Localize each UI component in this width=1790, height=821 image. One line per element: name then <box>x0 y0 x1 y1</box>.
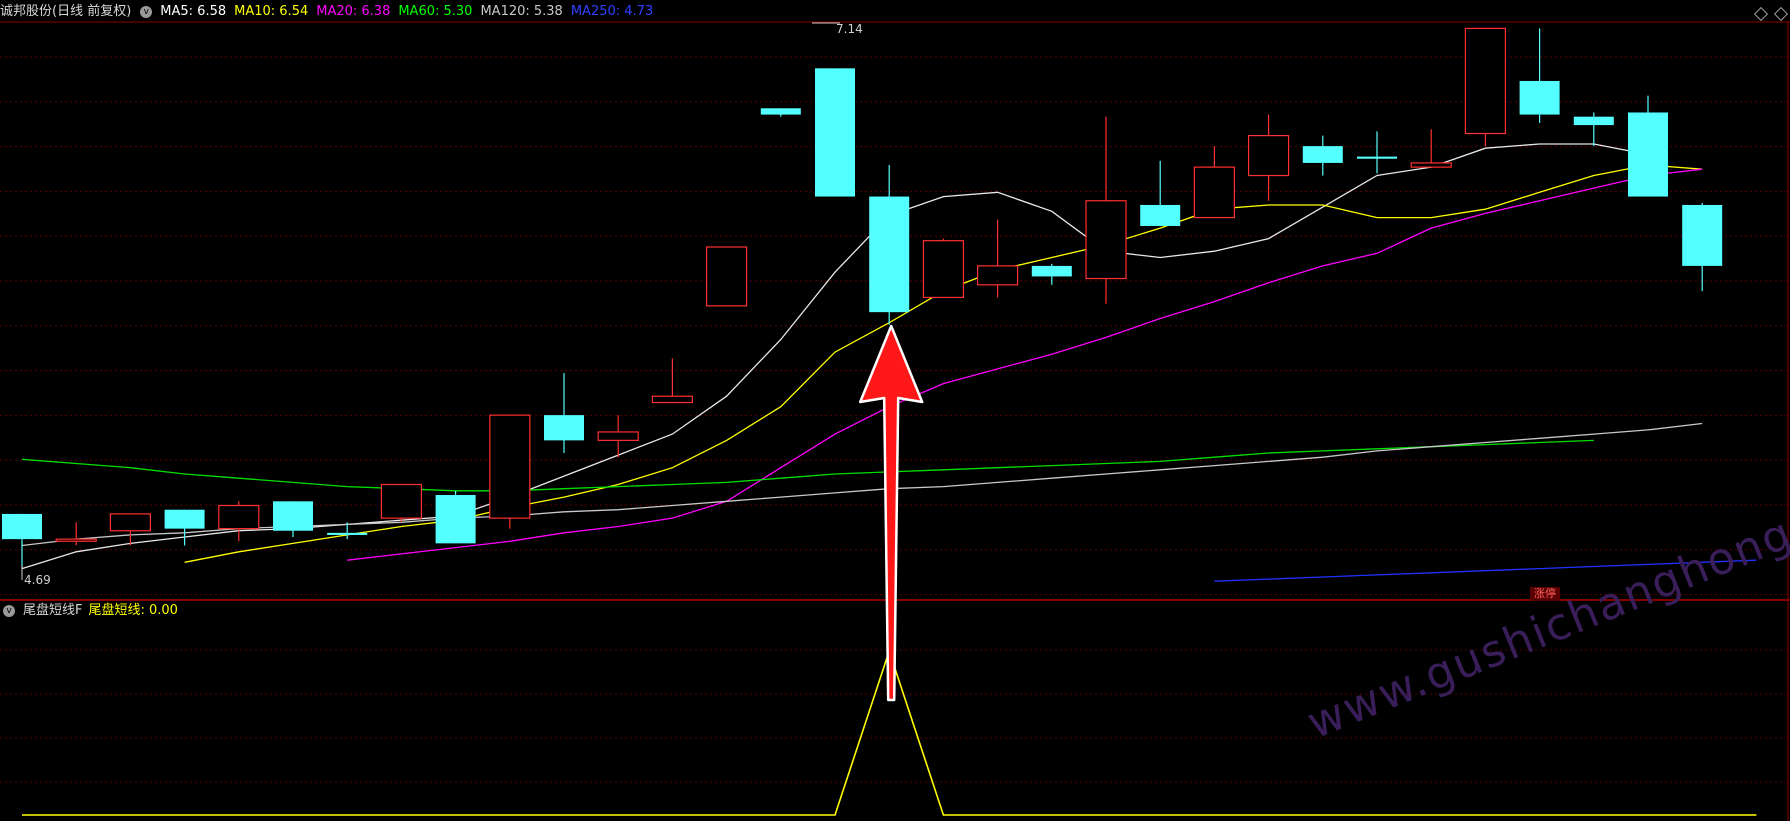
legend-ma20: MA20: 6.38 <box>316 4 391 19</box>
candle-body <box>218 504 260 530</box>
main-legend-title: 诚邦股份(日线 前复权) <box>0 4 132 19</box>
candle-body <box>273 501 313 531</box>
candle-body <box>922 240 965 299</box>
legend-ma10: MA10: 6.54 <box>234 4 309 19</box>
low-price-label: 4.69 <box>24 573 51 587</box>
legend-ma60: MA60: 5.30 <box>398 4 473 19</box>
ma-line-ma60 <box>21 439 1594 492</box>
candle-body <box>380 483 422 519</box>
candle-body <box>976 265 1019 286</box>
candle-body <box>55 538 97 542</box>
ma-line-ma20 <box>347 168 1703 561</box>
candle-body <box>2 513 42 540</box>
candle-body <box>1085 200 1127 280</box>
candle-body <box>1357 156 1397 159</box>
sub-legend: v 尾盘短线F 尾盘短线: 0.00 <box>0 600 186 622</box>
candle-body <box>1519 80 1560 115</box>
candle-body <box>544 415 584 441</box>
legend-ma250: MA250: 4.73 <box>570 4 654 19</box>
candle-body <box>1682 204 1723 266</box>
high-price-label: 7.14 <box>836 22 863 36</box>
candle-body <box>705 246 748 307</box>
candle-body <box>1193 166 1236 219</box>
chevron-down-icon[interactable]: v <box>140 6 153 18</box>
candle-body <box>1410 162 1452 168</box>
candle-body <box>760 108 801 115</box>
candle-body <box>435 495 476 544</box>
candle-body <box>1247 135 1290 177</box>
candle-body <box>1302 146 1343 163</box>
candle-body <box>1464 27 1507 135</box>
candle-body <box>1140 204 1181 226</box>
candle-body <box>1573 116 1614 126</box>
candle-body <box>327 532 368 535</box>
main-legend: 诚邦股份(日线 前复权) v MA5: 6.58 MA10: 6.54 MA20… <box>0 1 661 23</box>
legend-ma5: MA5: 6.58 <box>160 4 227 19</box>
candle-body <box>869 196 910 313</box>
candle-body <box>815 68 855 197</box>
annotation-arrow <box>858 324 924 702</box>
sub-legend-value: 尾盘短线: 0.00 <box>88 603 178 618</box>
chevron-down-icon[interactable]: v <box>3 605 15 617</box>
candle-body <box>1031 265 1072 277</box>
sub-legend-title: 尾盘短线F <box>23 603 83 618</box>
candle-body <box>164 509 205 529</box>
candle-body <box>597 431 639 441</box>
candle-body <box>1628 112 1668 197</box>
candle-body <box>489 414 531 519</box>
candle-body <box>109 513 152 532</box>
legend-ma120: MA120: 5.38 <box>480 4 563 19</box>
candle-body <box>651 395 694 404</box>
stock-chart[interactable] <box>0 0 1790 821</box>
